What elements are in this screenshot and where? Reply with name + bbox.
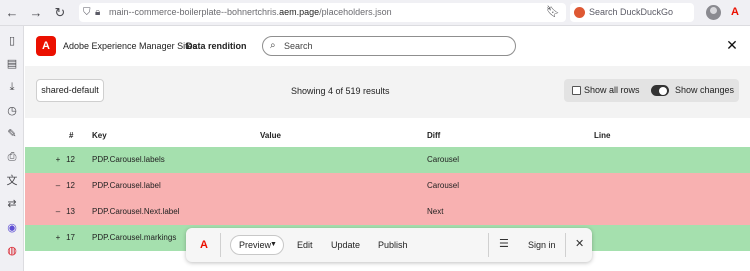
table-row[interactable]: – 13 PDP.Carousel.Next.label Next bbox=[25, 199, 750, 225]
browser-sidebar: ▯ ▤ ⤓ ◷ ✎ ⎙ 文 ⇄ ◉ ◍ bbox=[0, 26, 24, 271]
row-number: 13 bbox=[66, 207, 75, 216]
preview-dropdown[interactable]: Preview ▼ bbox=[230, 235, 284, 255]
show-changes-toggle[interactable] bbox=[651, 85, 669, 96]
duckduckgo-logo-icon bbox=[574, 7, 585, 18]
edit-button[interactable]: Edit bbox=[297, 239, 313, 251]
adobe-extension-icon[interactable]: A bbox=[731, 5, 739, 20]
column-header-line: Line bbox=[594, 131, 611, 140]
sheet-selector-button[interactable]: shared-default bbox=[36, 79, 104, 102]
view-toggles: Show all rows Show changes bbox=[564, 79, 739, 102]
show-changes-label[interactable]: Show changes bbox=[675, 84, 734, 97]
print-icon[interactable]: ⎙ bbox=[5, 150, 19, 164]
sidekick-toolbar: A Preview ▼ Edit Update Publish ☰ Sign i… bbox=[186, 228, 592, 262]
row-diff: Carousel bbox=[427, 155, 460, 164]
duckduckgo-search-placeholder: Search DuckDuckGo bbox=[589, 7, 674, 17]
reader-icon[interactable]: ▤ bbox=[5, 57, 19, 71]
adobe-logo-icon[interactable]: A bbox=[196, 237, 212, 253]
column-header-diff: Diff bbox=[427, 131, 441, 140]
browser-toolbar: ← → ↻ ⛉ 🔒︎ main--commerce-boilerplate--b… bbox=[0, 0, 750, 26]
search-input[interactable] bbox=[284, 39, 504, 52]
app-header: A Adobe Experience Manager Sites Data re… bbox=[25, 26, 750, 66]
divider bbox=[220, 233, 221, 257]
profile-avatar-icon[interactable] bbox=[706, 5, 721, 20]
translate-icon[interactable]: 文 bbox=[5, 174, 19, 188]
downloads-icon[interactable]: ⤓ bbox=[5, 80, 19, 94]
sign-in-button[interactable]: Sign in bbox=[528, 239, 556, 251]
row-diff: Carousel bbox=[427, 181, 460, 190]
menu-icon[interactable]: ☰ bbox=[499, 238, 509, 251]
preview-label: Preview bbox=[239, 240, 272, 250]
table-row[interactable]: – 12 PDP.Carousel.label Carousel bbox=[25, 173, 750, 199]
sync-icon[interactable]: ⇄ bbox=[5, 197, 19, 211]
row-number: 12 bbox=[66, 155, 75, 164]
url-text[interactable]: main--commerce-boilerplate--bohnertchris… bbox=[109, 6, 392, 19]
row-diff: Next bbox=[427, 207, 444, 216]
result-count: Showing 4 of 519 results bbox=[291, 86, 390, 96]
vivaldi-icon[interactable]: ◍ bbox=[5, 244, 19, 258]
column-header-value: Value bbox=[260, 131, 281, 140]
divider bbox=[565, 233, 566, 257]
lock-icon[interactable]: 🔒︎ bbox=[95, 5, 100, 20]
search-box[interactable]: ⌕ bbox=[262, 36, 516, 56]
chevron-down-icon: ▼ bbox=[270, 241, 277, 248]
show-all-rows-checkbox[interactable] bbox=[572, 86, 581, 95]
mastodon-icon[interactable]: ◉ bbox=[5, 221, 19, 235]
app-title: Adobe Experience Manager Sites bbox=[63, 41, 198, 51]
column-header-key: Key bbox=[92, 131, 107, 140]
row-key: PDP.Carousel.labels bbox=[92, 155, 165, 164]
publish-button[interactable]: Publish bbox=[378, 239, 408, 251]
forward-arrow-icon[interactable]: → bbox=[28, 5, 44, 21]
row-key: PDP.Carousel.label bbox=[92, 181, 161, 190]
bookmarks-icon[interactable]: ▯ bbox=[5, 34, 19, 48]
toggle-knob bbox=[659, 86, 667, 95]
back-arrow-icon[interactable]: ← bbox=[4, 5, 20, 21]
adobe-logo-icon: A bbox=[36, 36, 56, 56]
history-icon[interactable]: ◷ bbox=[5, 104, 19, 118]
bookmark-icon[interactable]: 🔖︎ bbox=[546, 5, 560, 20]
row-key: PDP.Carousel.Next.label bbox=[92, 207, 180, 216]
table-header: # Key Value Diff Line bbox=[25, 127, 750, 145]
reload-icon[interactable]: ↻ bbox=[52, 5, 68, 21]
app-subtitle: Data rendition bbox=[186, 41, 247, 51]
table-row[interactable]: + 12 PDP.Carousel.labels Carousel bbox=[25, 147, 750, 173]
notes-icon[interactable]: ✎ bbox=[5, 127, 19, 141]
row-key: PDP.Carousel.markings bbox=[92, 233, 177, 242]
search-icon: ⌕ bbox=[270, 40, 276, 51]
row-number: 17 bbox=[66, 233, 75, 242]
address-bar[interactable]: ⛉ 🔒︎ main--commerce-boilerplate--bohnert… bbox=[79, 3, 566, 22]
column-header-number: # bbox=[69, 131, 74, 140]
shield-icon[interactable]: ⛉ bbox=[83, 5, 91, 20]
row-number: 12 bbox=[66, 181, 75, 190]
duckduckgo-search-box[interactable]: Search DuckDuckGo bbox=[570, 3, 694, 22]
close-icon[interactable]: ✕ bbox=[724, 37, 740, 53]
show-all-rows-label[interactable]: Show all rows bbox=[584, 84, 640, 97]
update-button[interactable]: Update bbox=[331, 239, 360, 251]
divider bbox=[488, 233, 489, 257]
close-icon[interactable]: ✕ bbox=[575, 237, 584, 252]
controls-bar: shared-default Showing 4 of 519 results … bbox=[25, 66, 750, 118]
